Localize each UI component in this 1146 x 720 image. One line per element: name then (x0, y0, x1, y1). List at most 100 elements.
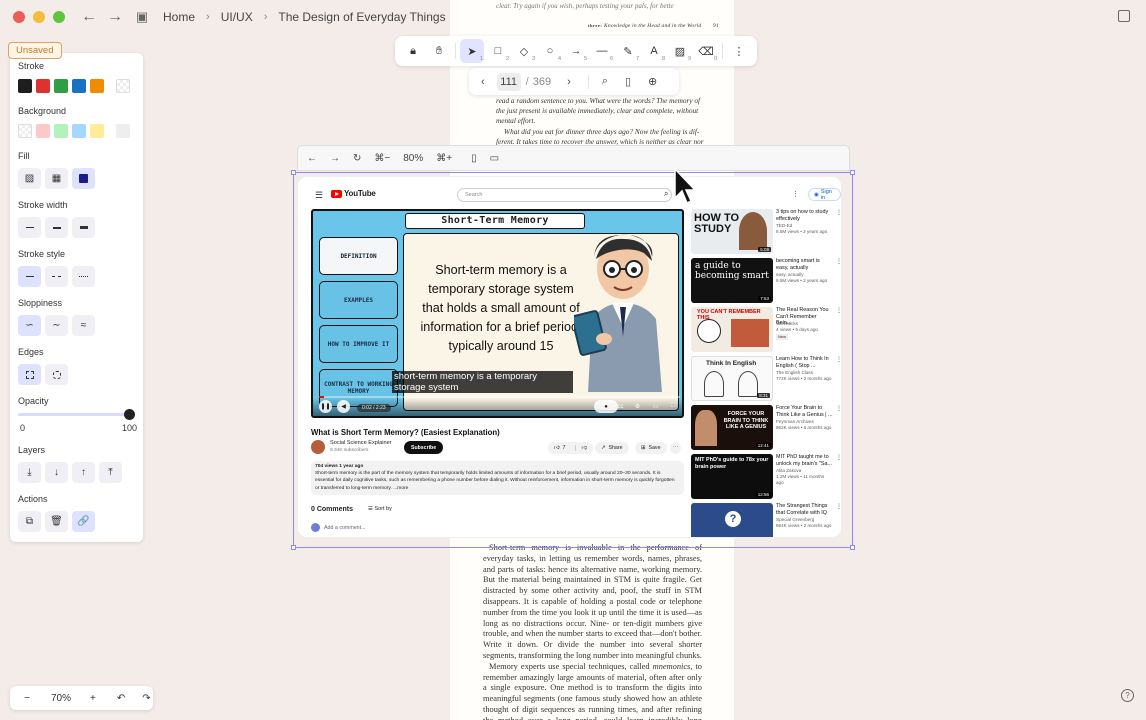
bring-to-front-icon[interactable]: ⤒ (99, 462, 122, 483)
description-more-link[interactable]: ...more (393, 486, 408, 491)
recommendation-item[interactable]: Think In English 8:31 Learn How to Think… (691, 356, 841, 402)
close-window-button[interactable] (13, 11, 25, 23)
settings-gear-icon[interactable]: ⚙ (631, 400, 644, 413)
sign-in-button[interactable]: ◉ Sign in (808, 188, 841, 201)
captions-icon[interactable]: cc (614, 400, 627, 413)
more-actions-button[interactable]: ⋯ (670, 442, 682, 454)
recommendation-item[interactable]: ? The Strangest Things that Correlate wi… (691, 503, 841, 537)
stroke-extra-bold-icon[interactable] (72, 217, 95, 238)
add-comment-input[interactable]: Add a comment... (324, 525, 366, 531)
desktop-view-icon[interactable]: ▭ (490, 153, 499, 164)
zoom-level[interactable]: 70% (51, 693, 71, 704)
recommendation-thumbnail[interactable]: MIT PhD's guide to 78x your brain power … (691, 454, 773, 499)
link-icon[interactable]: 🔗 (72, 511, 95, 532)
previous-page-icon[interactable]: ‹ (481, 76, 485, 88)
video-player[interactable]: Short-Term Memory DEFINITION EXAMPLES HO… (311, 209, 684, 418)
eraser-icon[interactable]: ⌫ 0 (694, 39, 718, 63)
breadcrumb-document[interactable]: The Design of Everyday Things (278, 10, 445, 24)
document-icon[interactable]: ▯ (625, 75, 631, 88)
stroke-swatch-black[interactable] (18, 79, 32, 93)
pencil-icon[interactable]: ✎ 7 (616, 39, 640, 63)
selection-icon[interactable]: ➤ 1 (460, 39, 484, 63)
youtube-search-input[interactable]: Search (457, 188, 672, 202)
edges-sharp-icon[interactable] (18, 364, 41, 385)
lock-icon[interactable]: 🔒︎ (401, 39, 425, 63)
next-page-icon[interactable]: › (567, 76, 571, 88)
diamond-icon[interactable]: ◇ 3 (512, 39, 536, 63)
sloppiness-architect-icon[interactable]: ∽ (18, 315, 41, 336)
recommendation-thumbnail[interactable]: Think In English 8:31 (691, 356, 773, 401)
zoom-out-button[interactable]: − (20, 693, 34, 704)
fill-hachure-icon[interactable]: ▨ (18, 168, 41, 189)
recommendation-item[interactable]: a guide to becoming smart 7:53 becoming … (691, 258, 841, 304)
recommendation-thumbnail[interactable]: ? (691, 503, 773, 537)
stroke-swatch-blue[interactable] (72, 79, 86, 93)
bring-forward-icon[interactable]: ↑ (72, 462, 95, 483)
recommendation-item[interactable]: HOW TO STUDY 5:09 3 tips on how to study… (691, 209, 841, 255)
stroke-swatch-red[interactable] (36, 79, 50, 93)
miniplayer-icon[interactable]: ▭ (649, 400, 662, 413)
help-icon[interactable]: ? (1121, 689, 1134, 702)
background-swatch-yellow[interactable] (90, 124, 104, 138)
recommendation-thumbnail[interactable]: YOU CAN'T REMEMBER THIS (691, 307, 773, 352)
undo-icon[interactable]: ↶ (117, 693, 125, 704)
more-vertical-icon[interactable]: ⋮ (836, 356, 841, 363)
arrow-icon[interactable]: → 5 (564, 39, 588, 63)
background-swatch-blue[interactable] (72, 124, 86, 138)
stroke-custom-color[interactable] (116, 79, 130, 93)
recommendation-thumbnail[interactable]: FORCE YOUR BRAIN TO THINK LIKE A GENIUS … (691, 405, 773, 450)
stroke-swatch-green[interactable] (54, 79, 68, 93)
breadcrumb-home[interactable]: Home (163, 10, 195, 24)
video-description[interactable]: 704 views 1 year ago Short-term memory i… (311, 461, 684, 495)
more-options-icon[interactable]: ⋮ (727, 39, 751, 63)
like-button[interactable]: 👍︎ 7 👎︎ (548, 442, 593, 454)
sloppiness-cartoonist-icon[interactable]: ≈ (72, 315, 95, 336)
maximize-window-button[interactable] (53, 11, 65, 23)
more-vertical-icon[interactable]: ⋮ (836, 209, 841, 216)
forward-arrow-icon[interactable]: → (107, 8, 123, 26)
opacity-slider-track[interactable] (18, 413, 131, 416)
right-panel-toggle-icon[interactable] (1118, 10, 1130, 22)
embed-forward-icon[interactable]: → (330, 153, 340, 164)
more-vertical-icon[interactable]: ⋮ (792, 190, 799, 198)
recommendation-thumbnail[interactable]: HOW TO STUDY 5:09 (691, 209, 773, 254)
youtube-logo[interactable]: YouTube (331, 189, 376, 198)
stroke-thin-icon[interactable] (18, 217, 41, 238)
search-icon[interactable]: ⌕ (602, 75, 608, 88)
more-vertical-icon[interactable]: ⋮ (836, 258, 841, 265)
background-swatch-pink[interactable] (36, 124, 50, 138)
background-transparent[interactable] (18, 124, 32, 138)
minimize-window-button[interactable] (33, 11, 45, 23)
line-icon[interactable]: —6 (590, 39, 614, 63)
mobile-view-icon[interactable]: ▯ (471, 153, 477, 164)
back-arrow-icon[interactable]: ← (81, 8, 97, 26)
more-vertical-icon[interactable]: ⋮ (836, 405, 841, 412)
add-comment-row[interactable]: Add a comment... (311, 523, 366, 532)
search-icon[interactable]: ⌕ (664, 189, 668, 199)
hand-icon[interactable]: ✋︎ (427, 39, 451, 63)
sort-by-button[interactable]: ☰ Sort by (368, 506, 392, 512)
recommendation-thumbnail[interactable]: a guide to becoming smart 7:53 (691, 258, 773, 303)
send-backward-icon[interactable]: ↓ (45, 462, 68, 483)
edges-round-icon[interactable] (45, 364, 68, 385)
page-number-input[interactable]: 111 (496, 72, 521, 91)
resize-handle-br[interactable] (850, 545, 855, 550)
zoom-out-shortcut[interactable]: ⌘− (374, 153, 390, 164)
fullscreen-icon[interactable]: ⛶ (667, 400, 680, 413)
zoom-in-shortcut[interactable]: ⌘+ (436, 153, 452, 164)
resize-handle-bl[interactable] (291, 545, 296, 550)
fill-solid-icon[interactable] (72, 168, 95, 189)
zoom-in-button[interactable]: + (90, 693, 96, 704)
thumbs-down-icon[interactable]: 👎︎ (574, 445, 587, 451)
sloppiness-artist-icon[interactable]: ∼ (45, 315, 68, 336)
background-swatch-green[interactable] (54, 124, 68, 138)
channel-avatar[interactable] (311, 440, 325, 454)
more-vertical-icon[interactable]: ⋮ (836, 503, 841, 510)
resize-handle-tr[interactable] (850, 170, 855, 175)
stroke-swatch-orange[interactable] (90, 79, 104, 93)
volume-icon[interactable]: ◀ (337, 400, 350, 413)
text-icon[interactable]: A8 (642, 39, 666, 63)
duplicate-icon[interactable]: ⧉ (18, 511, 41, 532)
stroke-solid-icon[interactable] (18, 266, 41, 287)
background-custom-color[interactable] (116, 124, 130, 138)
